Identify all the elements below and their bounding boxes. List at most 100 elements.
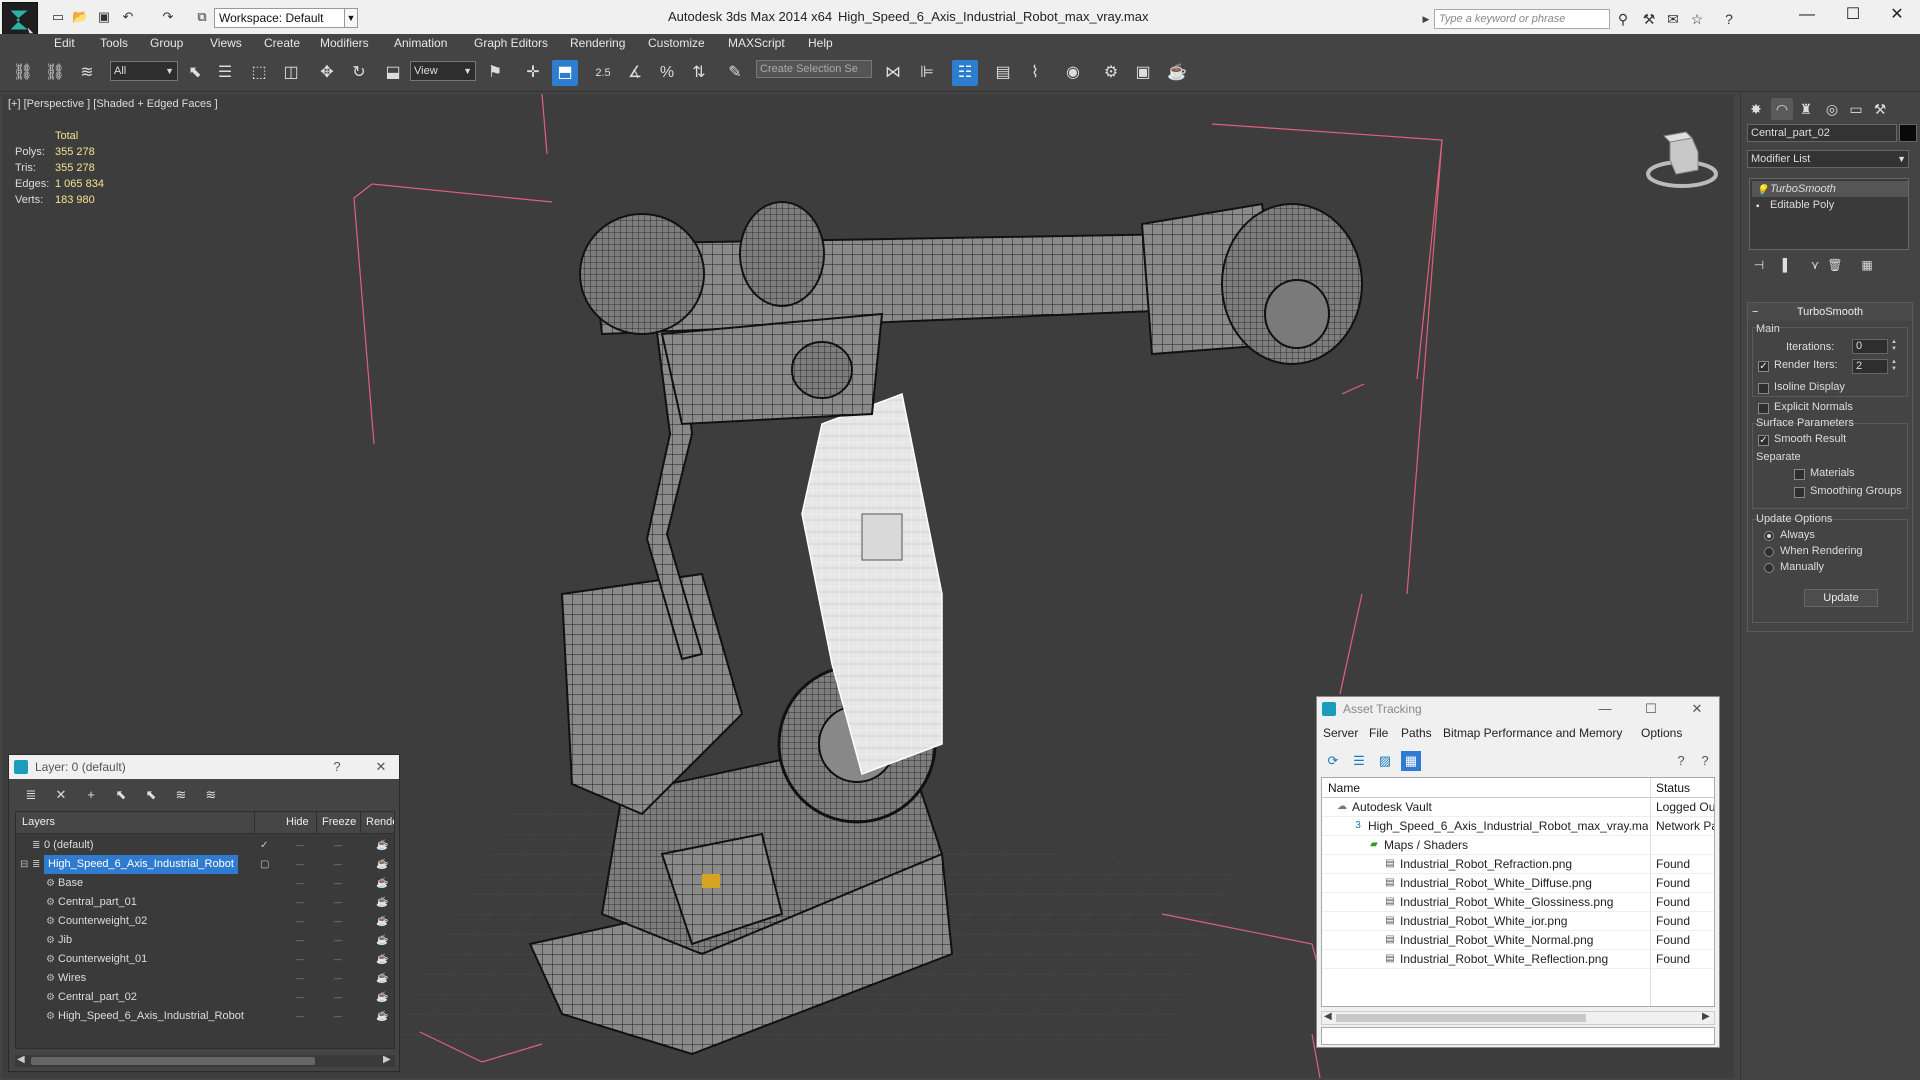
menu-modifiers[interactable]: Modifiers bbox=[320, 36, 369, 50]
freeze-toggle[interactable]: — bbox=[334, 874, 342, 893]
hide-toggle[interactable]: — bbox=[296, 931, 304, 950]
render-iters-spinner[interactable]: 2 bbox=[1852, 359, 1888, 374]
render-teapot-icon[interactable]: ☕ bbox=[376, 969, 388, 988]
bind-space-warp-icon[interactable]: ≋ bbox=[74, 60, 100, 86]
freeze-toggle[interactable]: — bbox=[334, 1007, 342, 1026]
freeze-toggle[interactable]: — bbox=[334, 893, 342, 912]
rendered-frame-window-icon[interactable]: ▣ bbox=[1130, 60, 1156, 86]
explicit-normals-checkbox[interactable] bbox=[1758, 403, 1769, 414]
stack-item-editable-poly[interactable]: ▪ Editable Poly bbox=[1752, 197, 1908, 213]
menu-file[interactable]: File bbox=[1369, 726, 1388, 740]
selection-filter-dropdown[interactable]: All ▼ bbox=[110, 61, 178, 81]
rollout-header[interactable]: − TurboSmooth bbox=[1748, 303, 1912, 321]
render-teapot-icon[interactable]: ☕ bbox=[376, 912, 388, 931]
column-layers[interactable]: Layers bbox=[22, 816, 55, 828]
layer-row[interactable]: ⚙ Counterweight_01 — — ☕ bbox=[16, 950, 394, 969]
edit-named-selection-icon[interactable]: ✎ bbox=[722, 60, 748, 86]
hide-toggle[interactable]: — bbox=[296, 836, 304, 855]
hide-toggle[interactable]: — bbox=[296, 893, 304, 912]
menu-create[interactable]: Create bbox=[264, 36, 300, 50]
select-and-rotate-icon[interactable]: ↻ bbox=[346, 60, 372, 86]
reference-coordinate-dropdown[interactable]: View ▼ bbox=[410, 61, 476, 81]
object-color-swatch[interactable] bbox=[1899, 124, 1917, 142]
update-button[interactable]: Update bbox=[1804, 589, 1878, 607]
freeze-all-layers-icon[interactable]: ≋ bbox=[201, 785, 221, 805]
scroll-right-icon[interactable]: ▶ bbox=[1702, 1011, 1710, 1022]
refresh-icon[interactable]: ⟳ bbox=[1323, 751, 1343, 771]
list-view-icon[interactable]: ☰ bbox=[1349, 751, 1369, 771]
maximize-button[interactable]: ☐ bbox=[1830, 0, 1876, 30]
menu-tools[interactable]: Tools bbox=[100, 36, 128, 50]
render-teapot-icon[interactable]: ☕ bbox=[376, 950, 388, 969]
graphite-ribbon-icon[interactable]: ▤ bbox=[990, 60, 1016, 86]
freeze-toggle[interactable]: — bbox=[334, 950, 342, 969]
render-teapot-icon[interactable]: ☕ bbox=[376, 1007, 388, 1026]
help-icon[interactable]: ? bbox=[1720, 10, 1738, 28]
layer-row[interactable]: ≣ 0 (default) ✓ — — ☕ bbox=[16, 836, 394, 855]
app-logo-icon[interactable] bbox=[2, 2, 38, 38]
layer-horizontal-scrollbar[interactable]: ◀ ▶ bbox=[15, 1054, 395, 1067]
viewport-label[interactable]: [+] [Perspective ] [Shaded + Edged Faces… bbox=[8, 98, 218, 110]
angle-snap-icon[interactable]: ∡ bbox=[622, 60, 648, 86]
minimize-button[interactable]: — bbox=[1784, 0, 1830, 30]
layer-row[interactable]: ⚙ Wires — — ☕ bbox=[16, 969, 394, 988]
hide-toggle[interactable]: — bbox=[296, 950, 304, 969]
delete-layer-icon[interactable]: ✕ bbox=[51, 785, 71, 805]
freeze-toggle[interactable]: — bbox=[334, 969, 342, 988]
quick-access-menu-button[interactable]: ▼ bbox=[344, 8, 358, 28]
asset-row[interactable]: ▤ Industrial_Robot_White_Diffuse.png Found bbox=[1322, 874, 1714, 893]
binoculars-icon[interactable]: ⚲ bbox=[1614, 10, 1632, 28]
pivot-center-icon[interactable]: ⚑ bbox=[482, 60, 508, 86]
select-object-icon[interactable]: ⬉ bbox=[182, 60, 208, 86]
close-icon[interactable]: ✕ bbox=[1687, 700, 1707, 718]
asset-row[interactable]: ▰ Maps / Shaders bbox=[1322, 836, 1714, 855]
render-production-icon[interactable]: ☕ bbox=[1164, 60, 1190, 86]
menu-help[interactable]: Help bbox=[808, 36, 833, 50]
layer-row[interactable]: ⚙ Jib — — ☕ bbox=[16, 931, 394, 950]
asset-row[interactable]: ▤ Industrial_Robot_White_Reflection.png Fo… bbox=[1322, 950, 1714, 969]
close-icon[interactable]: ✕ bbox=[371, 758, 391, 776]
layer-row[interactable]: ⚙ Counterweight_02 — — ☕ bbox=[16, 912, 394, 931]
scrollbar-thumb[interactable] bbox=[31, 1057, 315, 1065]
hide-toggle[interactable]: — bbox=[296, 988, 304, 1007]
communication-icon[interactable]: ✉ bbox=[1664, 10, 1682, 28]
hold-icon[interactable]: ⧉ bbox=[194, 9, 210, 25]
add-to-layer-icon[interactable]: + bbox=[81, 785, 101, 805]
curve-editor-icon[interactable]: ⌇ bbox=[1022, 60, 1048, 86]
modify-tab-icon[interactable]: ◠ bbox=[1771, 98, 1793, 120]
open-file-icon[interactable]: 📂 bbox=[72, 9, 88, 25]
asset-row[interactable]: ▤ Industrial_Robot_Refraction.png Found bbox=[1322, 855, 1714, 874]
layer-row[interactable]: ⚙ Central_part_02 — — ☕ bbox=[16, 988, 394, 1007]
render-teapot-icon[interactable]: ☕ bbox=[376, 836, 388, 855]
menu-server[interactable]: Server bbox=[1323, 726, 1358, 740]
hide-toggle[interactable]: — bbox=[296, 1007, 304, 1026]
menu-bitmap-performance[interactable]: Bitmap Performance and Memory bbox=[1443, 726, 1622, 740]
render-iters-checkbox[interactable]: ✓ bbox=[1758, 361, 1769, 372]
set-current-layer-icon[interactable]: ▢ bbox=[260, 855, 269, 874]
render-teapot-icon[interactable]: ☕ bbox=[376, 988, 388, 1007]
menu-paths[interactable]: Paths bbox=[1401, 726, 1432, 740]
close-button[interactable]: ✕ bbox=[1874, 0, 1920, 30]
menu-options[interactable]: Options bbox=[1641, 726, 1682, 740]
help-button[interactable]: ? bbox=[327, 758, 347, 776]
spinner-snap-icon[interactable]: ⇅ bbox=[686, 60, 712, 86]
expand-plus-icon[interactable]: ▪ bbox=[1756, 199, 1760, 215]
favorites-star-icon[interactable]: ☆ bbox=[1688, 10, 1706, 28]
layer-row[interactable]: ⚙ High_Speed_6_Axis_Industrial_Robot — — ☕ bbox=[16, 1007, 394, 1026]
menu-rendering[interactable]: Rendering bbox=[570, 36, 625, 50]
select-and-move-icon[interactable]: ✥ bbox=[314, 60, 340, 86]
keyboard-shortcut-override-icon[interactable]: ⬒ bbox=[552, 60, 578, 86]
layers-icon[interactable]: ≣ bbox=[21, 785, 41, 805]
unlink-icon[interactable]: ⛓ bbox=[42, 60, 68, 86]
column-status[interactable]: Status bbox=[1656, 781, 1690, 795]
layer-manager-icon[interactable]: ☷ bbox=[952, 60, 978, 86]
make-unique-icon[interactable]: ⋎ bbox=[1805, 256, 1825, 274]
iterations-spinner[interactable]: 0 bbox=[1852, 339, 1888, 354]
window-crossing-icon[interactable]: ◫ bbox=[278, 60, 304, 86]
render-teapot-icon[interactable]: ☕ bbox=[376, 855, 388, 874]
display-tab-icon[interactable]: ▭ bbox=[1845, 98, 1867, 120]
material-editor-icon[interactable]: ◉ bbox=[1060, 60, 1086, 86]
render-teapot-icon[interactable]: ☕ bbox=[376, 931, 388, 950]
menu-maxscript[interactable]: MAXScript bbox=[728, 36, 785, 50]
robot-jib[interactable] bbox=[579, 201, 1363, 426]
